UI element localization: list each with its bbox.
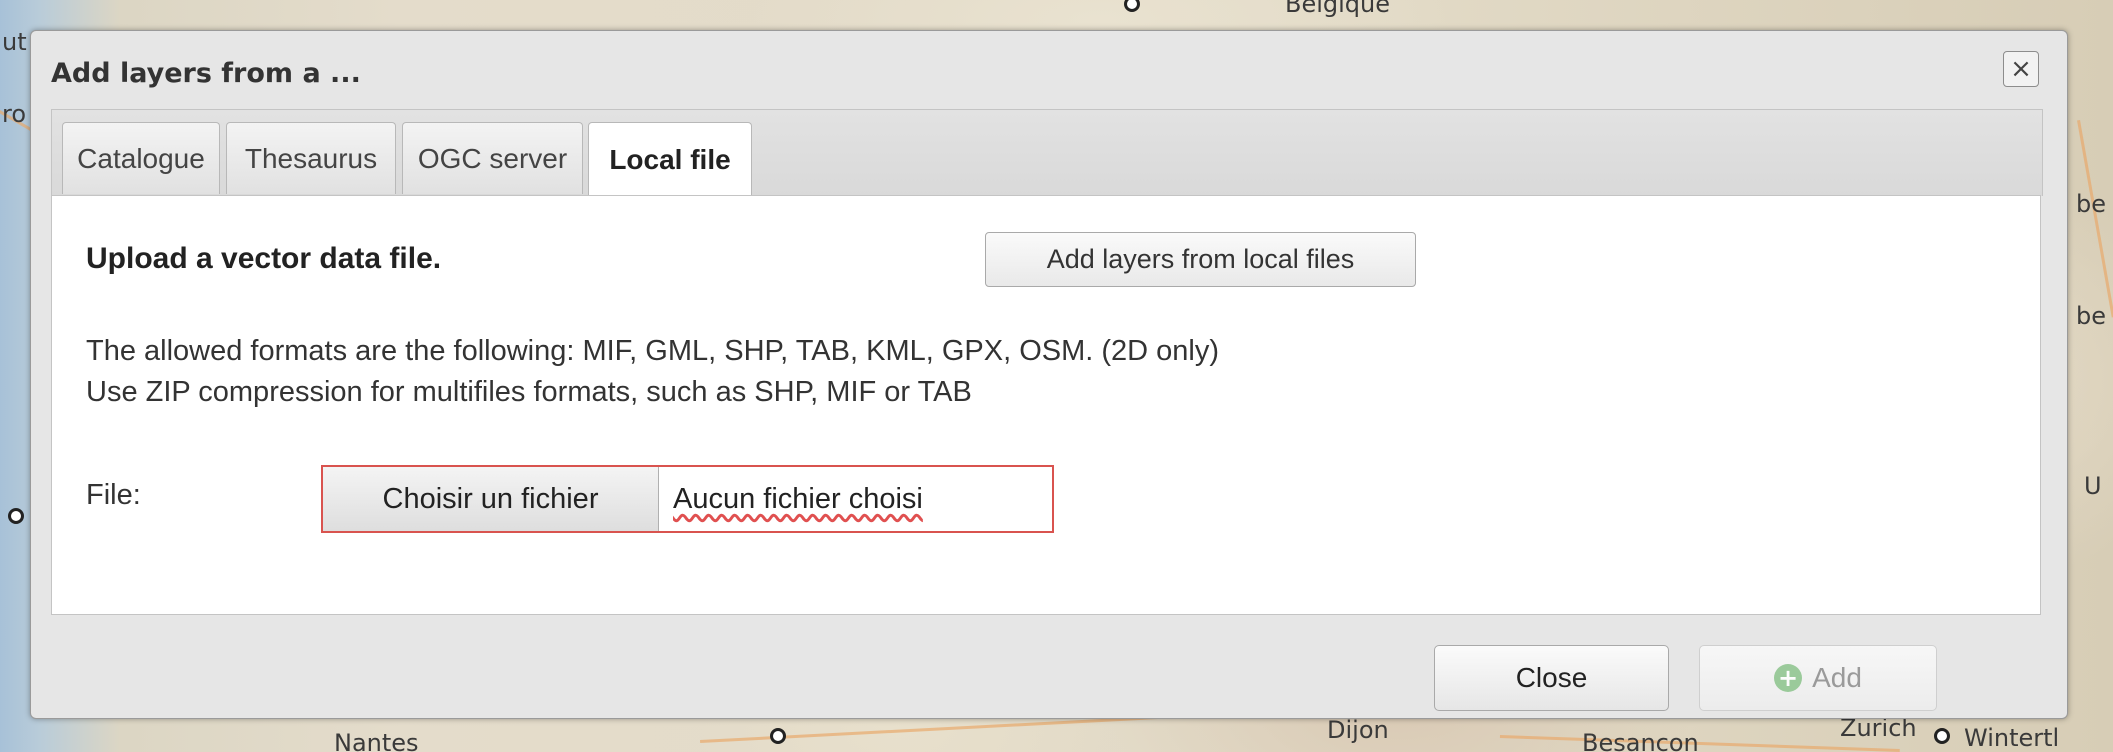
tab-thesaurus[interactable]: Thesaurus xyxy=(226,122,396,194)
choose-file-button[interactable]: Choisir un fichier xyxy=(323,467,659,531)
close-button[interactable]: Close xyxy=(1434,645,1669,711)
add-button-label: Add xyxy=(1812,662,1862,693)
tab-catalogue[interactable]: Catalogue xyxy=(62,122,220,194)
format-info: The allowed formats are the following: M… xyxy=(86,331,1219,413)
add-button[interactable]: + Add xyxy=(1699,645,1937,711)
city-marker xyxy=(1124,0,1140,12)
file-input[interactable]: Choisir un fichier Aucun fichier choisi xyxy=(321,465,1054,533)
map-label-edge: be xyxy=(2076,190,2106,218)
add-layers-dialog: Add layers from a ... × Catalogue Thesau… xyxy=(30,30,2068,719)
tab-strip: Catalogue Thesaurus OGC server Local fil… xyxy=(51,109,2043,197)
city-marker xyxy=(8,508,24,524)
city-marker xyxy=(770,728,786,744)
map-label-belgique: Belgique xyxy=(1285,0,1391,18)
tab-ogc-server[interactable]: OGC server xyxy=(402,122,583,194)
map-label-dijon: Dijon xyxy=(1327,716,1389,744)
local-file-panel: Upload a vector data file. Add layers fr… xyxy=(51,195,2041,615)
map-road xyxy=(2077,120,2113,318)
map-label-edge: ut xyxy=(2,28,27,56)
tab-local-file[interactable]: Local file xyxy=(588,122,752,197)
file-status-text: Aucun fichier choisi xyxy=(673,482,923,515)
map-label-winterthur: Wintertl xyxy=(1964,724,2060,752)
map-label-nantes: Nantes xyxy=(334,729,419,752)
upload-heading: Upload a vector data file. xyxy=(86,242,442,275)
file-status: Aucun fichier choisi xyxy=(659,467,923,531)
file-label: File: xyxy=(86,479,141,511)
city-marker xyxy=(1934,728,1950,744)
close-button-label: Close xyxy=(1515,662,1588,693)
map-label-edge: be xyxy=(2076,302,2106,330)
map-label-edge: U xyxy=(2084,472,2102,500)
close-icon[interactable]: × xyxy=(2003,51,2039,87)
format-info-line: The allowed formats are the following: M… xyxy=(86,335,1220,367)
map-label-besancon: Besancon xyxy=(1582,729,1699,752)
add-plus-icon: + xyxy=(1774,664,1803,692)
dialog-title: Add layers from a ... xyxy=(51,58,361,89)
map-label-edge: ro xyxy=(2,100,27,128)
add-layers-local-button[interactable]: Add layers from local files xyxy=(985,232,1416,287)
format-info-line: Use ZIP compression for multifiles forma… xyxy=(86,376,972,408)
